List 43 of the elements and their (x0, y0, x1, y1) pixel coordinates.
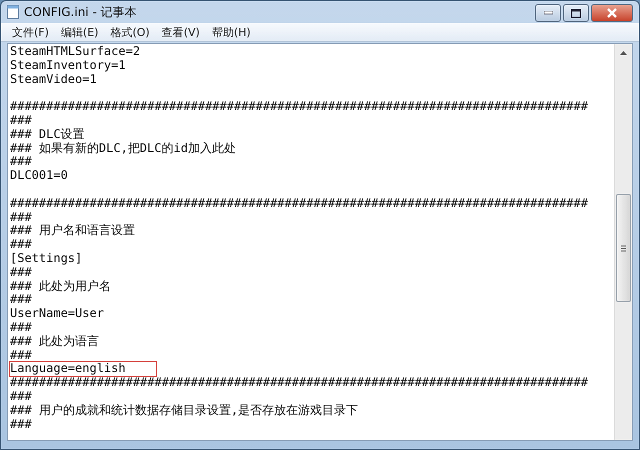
notepad-icon (7, 5, 19, 19)
menu-item[interactable]: 格式(O) (105, 24, 155, 40)
text-line: ### 如果有新的DLC,把DLC的id加入此处 (10, 142, 236, 156)
text-line: SteamHTMLSurface=2 (10, 45, 140, 59)
text-line: ### (10, 293, 32, 308)
text-line: UserName=User (10, 307, 104, 321)
text-line: ### (10, 266, 32, 280)
text-line: ### 此处为用户名 (10, 280, 111, 294)
text-line: ### (10, 348, 32, 362)
window-title: CONFIG.ini - 记事本 (24, 4, 137, 20)
text-line: ### (10, 238, 32, 252)
text-line: ################################################################################ (10, 376, 588, 390)
vertical-scrollbar[interactable] (614, 44, 632, 440)
text-line: ### (10, 320, 32, 335)
text-line: ################################################################################ (10, 196, 588, 211)
text-line: ### DLC设置 (10, 128, 85, 142)
text-line: ### (10, 210, 32, 224)
grip-icon (621, 244, 626, 252)
menu-item[interactable]: 编辑(E) (56, 24, 104, 40)
text-line: ### (10, 114, 32, 128)
text-line: ### 用户的成就和统计数据存储目录设置,是否存放在游戏目录下 (10, 404, 358, 418)
text-line: ### 此处为语言 (10, 334, 99, 349)
text-line: ### (10, 390, 32, 404)
menu-item[interactable]: 查看(V) (156, 24, 205, 40)
maximize-button[interactable] (563, 4, 589, 22)
text-line: SteamVideo=1 (10, 72, 97, 86)
maximize-icon (571, 8, 581, 18)
up-arrow-icon (620, 50, 627, 54)
menu-item[interactable]: 文件(F) (7, 24, 54, 40)
text-line: ################################################################################ (10, 100, 588, 114)
close-icon (606, 8, 618, 18)
minimize-button[interactable] (535, 4, 561, 22)
scrollbar-thumb[interactable] (616, 194, 631, 302)
text-line: [Settings] (10, 252, 82, 266)
menu-item[interactable]: 帮助(H) (206, 24, 256, 40)
highlighted-text-line: Language=english (10, 362, 156, 376)
text-line: ### (10, 418, 32, 432)
close-button[interactable] (591, 4, 633, 22)
text-line: ### (10, 155, 32, 170)
text-line: SteamInventory=1 (10, 58, 126, 73)
text-line: DLC001=0 (10, 169, 68, 183)
minimize-icon (544, 11, 552, 15)
text-line: ### 用户名和语言设置 (10, 224, 135, 238)
